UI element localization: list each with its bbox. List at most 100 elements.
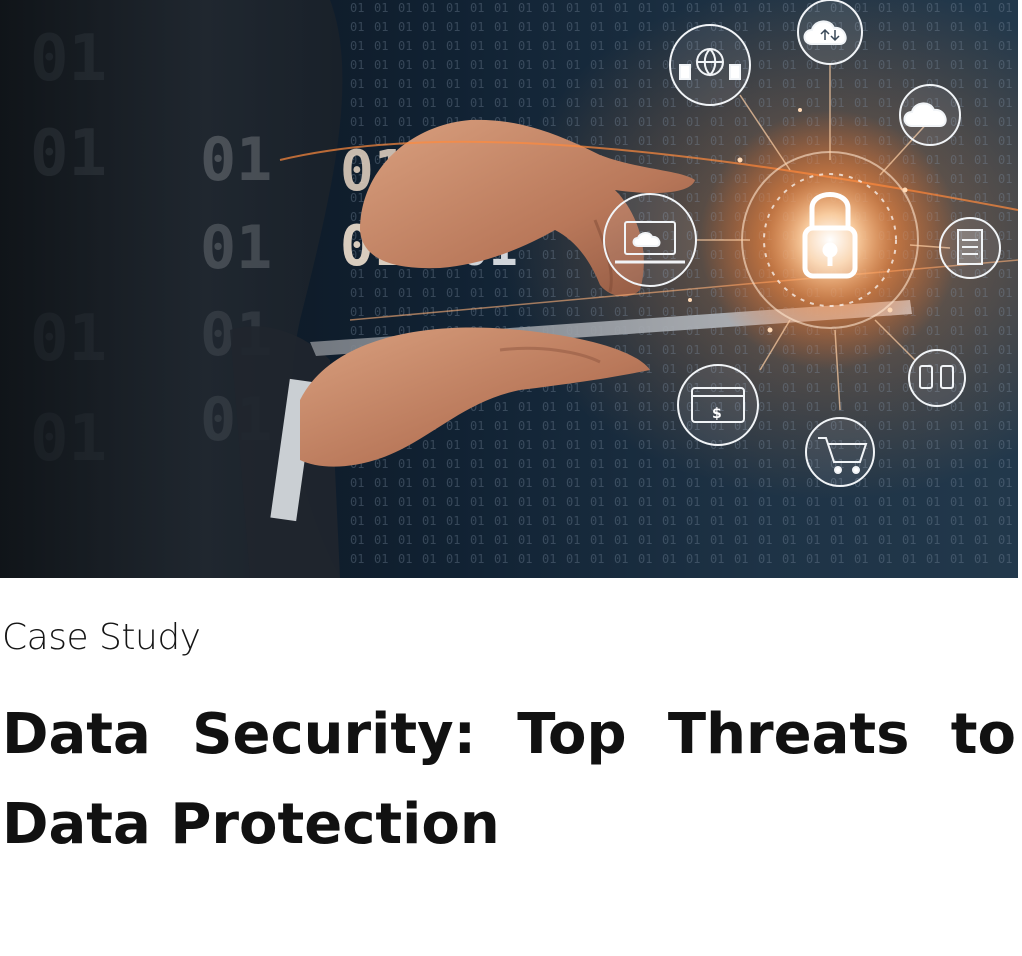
laptop-cloud-icon <box>603 193 697 287</box>
binary-rain-digit: 01 <box>494 96 508 110</box>
binary-rain-digit: 01 <box>350 324 364 338</box>
binary-rain-digit: 01 <box>494 495 508 509</box>
binary-rain-digit: 01 <box>974 1 988 15</box>
binary-rain-digit: 01 <box>470 286 484 300</box>
binary-rain-digit: 01 <box>854 400 868 414</box>
binary-rain-digit: 01 <box>854 533 868 547</box>
binary-rain-digit: 01 <box>494 286 508 300</box>
binary-rain-digit: 01 <box>830 96 844 110</box>
binary-rain-digit: 01 <box>950 514 964 528</box>
binary-rain-digit: 01 <box>374 1 388 15</box>
binary-rain-digit: 01 <box>566 400 580 414</box>
binary-rain-digit: 01 <box>566 20 580 34</box>
payment-card-icon: $ <box>677 364 759 446</box>
binary-rain-digit: 01 <box>374 286 388 300</box>
binary-rain-digit: 01 <box>422 552 436 566</box>
binary-rain-digit: 01 <box>638 381 652 395</box>
binary-rain-digit: 01 <box>566 533 580 547</box>
binary-rain-digit: 01 <box>446 267 460 281</box>
binary-rain-digit: 01 <box>374 552 388 566</box>
binary-rain-digit: 01 <box>590 514 604 528</box>
binary-rain-digit: 01 <box>398 514 412 528</box>
binary-rain-digit: 01 <box>902 476 916 490</box>
binary-rain-digit: 01 <box>638 457 652 471</box>
binary-rain-digit: 01 <box>998 476 1012 490</box>
binary-rain-digit: 01 <box>998 495 1012 509</box>
binary-rain-digit: 01 <box>614 20 628 34</box>
binary-rain-digit: 01 <box>350 476 364 490</box>
binary-rain-digit: 01 <box>998 552 1012 566</box>
binary-rain-digit: 01 <box>854 77 868 91</box>
cloud-users-icon <box>899 84 961 146</box>
binary-rain-digit: 01 <box>878 419 892 433</box>
binary-rain-digit: 01 <box>902 20 916 34</box>
binary-rain-digit: 01 <box>518 77 532 91</box>
binary-rain-digit: 01 <box>350 58 364 72</box>
binary-rain-digit: 01 <box>350 20 364 34</box>
binary-rain-digit: 01 <box>446 58 460 72</box>
binary-rain-digit: 01 <box>614 77 628 91</box>
binary-rain-digit: 01 <box>590 39 604 53</box>
binary-rain-digit: 01 <box>854 58 868 72</box>
binary-rain-digit: 01 <box>830 514 844 528</box>
binary-rain-digit: 01 <box>686 457 700 471</box>
binary-rain-digit: 01 <box>518 286 532 300</box>
binary-rain-digit: 01 <box>422 438 436 452</box>
binary-rain-digit: 01 <box>974 438 988 452</box>
binary-rain-digit: 01 <box>350 286 364 300</box>
binary-rain-digit: 01 <box>638 514 652 528</box>
binary-rain-digit: 01 <box>974 134 988 148</box>
binary-rain-digit: 01 <box>374 96 388 110</box>
mobile-devices-icon <box>908 349 966 407</box>
binary-rain-digit: 01 <box>422 1 436 15</box>
binary-rain-digit: 01 <box>710 476 724 490</box>
binary-rain-digit: 01 <box>470 1 484 15</box>
binary-rain-digit: 01 <box>782 495 796 509</box>
binary-rain-digit: 01 <box>446 286 460 300</box>
binary-rain-digit: 01 <box>590 552 604 566</box>
binary-rain-digit: 01 <box>806 533 820 547</box>
binary-rain-digit: 01 <box>518 400 532 414</box>
binary-rain-digit: 01 <box>350 552 364 566</box>
article-title[interactable]: Data Security: Top Threats to Data Prote… <box>2 690 1016 870</box>
binary-rain-digit: 01 <box>734 115 748 129</box>
binary-rain-digit: 01 <box>662 134 676 148</box>
binary-rain-digit: 01 <box>950 324 964 338</box>
binary-rain-digit: 01 <box>662 115 676 129</box>
binary-rain-digit: 01 <box>710 457 724 471</box>
hero-image: 01 01 01 01 01 01 01 01 01 01 01 01 01 01 01 01 01 01 01 01… <box>0 0 1018 578</box>
binary-rain-digit: 01 <box>542 20 556 34</box>
binary-rain-digit: 01 <box>422 286 436 300</box>
binary-rain-digit: 01 <box>470 514 484 528</box>
binary-rain-digit: 01 <box>806 552 820 566</box>
binary-rain-digit: 01 <box>878 77 892 91</box>
binary-rain-digit: 01 <box>662 1 676 15</box>
binary-rain-digit: 01 <box>446 495 460 509</box>
binary-rain-digit: 01 <box>518 39 532 53</box>
binary-rain-digit: 01 <box>614 400 628 414</box>
document-icon <box>939 217 1001 279</box>
binary-rain-digit: 01 <box>662 495 676 509</box>
binary-rain-digit: 01 <box>566 286 580 300</box>
binary-rain-digit: 01 <box>998 153 1012 167</box>
binary-rain-digit: 01 <box>878 514 892 528</box>
binary-rain-digit: 01 <box>398 1 412 15</box>
binary-rain-digit: 01 <box>614 514 628 528</box>
binary-rain-digit: 01 <box>710 134 724 148</box>
binary-rain-digit: 01 <box>758 20 772 34</box>
binary-rain-digit: 01 <box>470 96 484 110</box>
binary-rain-digit: 01 <box>542 248 556 262</box>
binary-rain-digit: 01 <box>494 20 508 34</box>
binary-rain-digit: 01 <box>902 514 916 528</box>
binary-rain-digit: 01 <box>878 533 892 547</box>
binary-rain-digit: 01 <box>782 400 796 414</box>
binary-rain-digit: 01 <box>542 39 556 53</box>
binary-rain-digit: 01 <box>734 533 748 547</box>
binary-rain-digit: 01 <box>590 1 604 15</box>
binary-rain-digit: 01 <box>662 552 676 566</box>
binary-rain-digit: 01 <box>638 400 652 414</box>
binary-rain-digit: 01 <box>998 533 1012 547</box>
binary-rain-digit: 01 <box>758 400 772 414</box>
binary-rain-digit: 01 <box>710 552 724 566</box>
binary-rain-digit: 01 <box>446 457 460 471</box>
